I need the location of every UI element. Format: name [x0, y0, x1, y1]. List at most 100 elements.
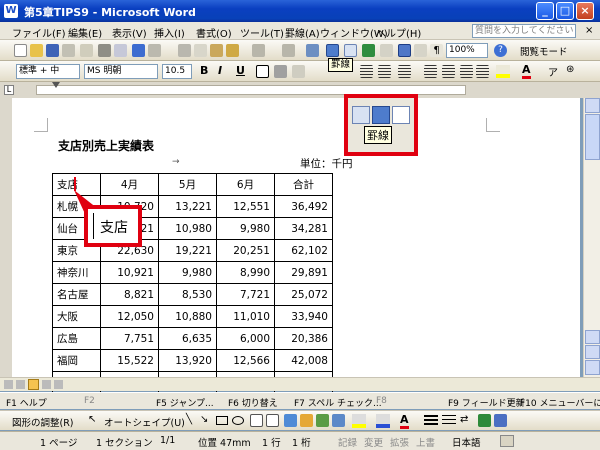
status-ovr[interactable]: 上書: [416, 435, 435, 449]
vertical-textbox-icon[interactable]: [266, 414, 279, 427]
italic-button[interactable]: I: [218, 64, 222, 77]
format-painter-icon[interactable]: [226, 44, 239, 57]
insert-table-icon[interactable]: [344, 44, 357, 57]
scroll-thumb[interactable]: [585, 114, 600, 160]
value-cell[interactable]: 9,980: [216, 217, 275, 240]
style-box[interactable]: 標準 + 中: [16, 64, 80, 79]
zoom-box[interactable]: 100%: [446, 43, 488, 58]
vertical-ruler[interactable]: [0, 98, 12, 377]
underline-button[interactable]: U: [236, 64, 245, 77]
bullets-icon[interactable]: [442, 65, 455, 78]
value-cell[interactable]: 36,492: [274, 195, 333, 218]
menu-file[interactable]: ファイル(F): [12, 25, 66, 40]
insert-excel-icon[interactable]: [362, 44, 375, 57]
menu-tools[interactable]: ツール(T): [240, 25, 284, 40]
help-icon[interactable]: ?: [494, 44, 507, 57]
paste-icon[interactable]: [210, 44, 223, 57]
print-preview-icon[interactable]: [114, 44, 127, 57]
next-page-button[interactable]: [585, 360, 600, 375]
print-layout-icon[interactable]: [28, 379, 39, 390]
email-icon[interactable]: [80, 44, 93, 57]
value-cell[interactable]: 10,921: [100, 261, 159, 284]
fkey-f2[interactable]: F2: [84, 396, 95, 406]
value-cell[interactable]: 62,102: [274, 239, 333, 262]
value-cell[interactable]: 20,386: [274, 327, 333, 350]
value-cell[interactable]: 29,891: [274, 261, 333, 284]
prev-page-button[interactable]: [585, 330, 600, 344]
document-map-icon[interactable]: [414, 44, 427, 57]
line-color-icon[interactable]: [376, 414, 390, 428]
menu-format[interactable]: 書式(O): [196, 25, 232, 40]
char-shading-icon[interactable]: [274, 65, 287, 78]
highlight-icon[interactable]: [496, 65, 510, 78]
menu-edit[interactable]: 編集(E): [68, 25, 102, 40]
value-cell[interactable]: 10,980: [158, 217, 217, 240]
value-cell[interactable]: 7,751: [100, 327, 159, 350]
char-scaling-icon[interactable]: [292, 65, 305, 78]
wordart-icon[interactable]: [284, 414, 297, 427]
branch-cell[interactable]: 大阪: [52, 305, 101, 328]
branch-cell[interactable]: 福岡: [52, 349, 101, 372]
permission-icon[interactable]: [62, 44, 75, 57]
menu-table[interactable]: 罫線(A): [285, 25, 320, 40]
align-center-icon[interactable]: [378, 65, 391, 78]
draw-menu[interactable]: 図形の調整(R): [12, 415, 74, 429]
value-cell[interactable]: 33,940: [274, 305, 333, 328]
value-cell[interactable]: 10,880: [158, 305, 217, 328]
fkey-f7[interactable]: F7 スペル チェック...: [294, 396, 382, 409]
value-cell[interactable]: 42,008: [274, 349, 333, 372]
header-cell[interactable]: 4月: [100, 173, 159, 196]
font-box[interactable]: MS 明朝: [84, 64, 158, 79]
select-objects-icon[interactable]: ↖: [88, 414, 96, 425]
textbox-icon[interactable]: [250, 414, 263, 427]
diagram-icon[interactable]: [300, 414, 313, 427]
copy-icon[interactable]: [194, 44, 207, 57]
increase-indent-icon[interactable]: [476, 65, 489, 78]
minimize-button[interactable]: _: [536, 2, 554, 20]
value-cell[interactable]: 8,821: [100, 283, 159, 306]
columns-icon[interactable]: [380, 44, 393, 57]
arrow-style-icon[interactable]: ⇄: [460, 414, 468, 425]
shadow-icon[interactable]: [478, 414, 491, 427]
oval-icon[interactable]: [232, 416, 244, 425]
decrease-indent-icon[interactable]: [460, 65, 473, 78]
header-cell[interactable]: 6月: [216, 173, 275, 196]
value-cell[interactable]: 34,281: [274, 217, 333, 240]
menu-view[interactable]: 表示(V): [112, 25, 147, 40]
branch-cell[interactable]: 神奈川: [52, 261, 101, 284]
close-document-icon[interactable]: ×: [585, 25, 593, 36]
3d-icon[interactable]: [494, 414, 507, 427]
web-layout-icon[interactable]: [16, 380, 25, 389]
picture-icon[interactable]: [332, 414, 345, 427]
value-cell[interactable]: 9,980: [158, 261, 217, 284]
char-border-icon[interactable]: [256, 65, 269, 78]
spelling-icon[interactable]: [132, 44, 145, 57]
value-cell[interactable]: 13,221: [158, 195, 217, 218]
autoshape-menu[interactable]: オートシェイプ(U): [104, 415, 185, 429]
value-cell[interactable]: 13,920: [158, 349, 217, 372]
scroll-up-button[interactable]: [585, 98, 600, 113]
fill-color-icon[interactable]: [352, 414, 366, 428]
fkey-f6[interactable]: F6 切り替え: [228, 396, 278, 409]
new-document-icon[interactable]: [14, 44, 27, 57]
save-icon[interactable]: [46, 44, 59, 57]
outline-view-icon[interactable]: [42, 380, 51, 389]
value-cell[interactable]: 12,566: [216, 349, 275, 372]
value-cell[interactable]: 6,000: [216, 327, 275, 350]
draw-font-color-icon[interactable]: A: [400, 413, 409, 429]
line-icon[interactable]: ╲: [186, 414, 192, 425]
drawing-icon[interactable]: [398, 44, 411, 57]
spelling-status-icon[interactable]: [500, 435, 514, 447]
reading-view-icon[interactable]: [54, 380, 63, 389]
redo-icon[interactable]: [282, 44, 295, 57]
value-cell[interactable]: 12,551: [216, 195, 275, 218]
open-icon[interactable]: [30, 44, 43, 57]
enclose-char-icon[interactable]: ⊛: [566, 64, 574, 75]
vertical-scrollbar[interactable]: [583, 98, 600, 377]
rectangle-icon[interactable]: [216, 416, 228, 425]
value-cell[interactable]: 11,010: [216, 305, 275, 328]
align-left-icon[interactable]: [360, 65, 373, 78]
font-size-box[interactable]: 10.5: [162, 64, 192, 79]
normal-view-icon[interactable]: [4, 380, 13, 389]
clipart-icon[interactable]: [316, 414, 329, 427]
